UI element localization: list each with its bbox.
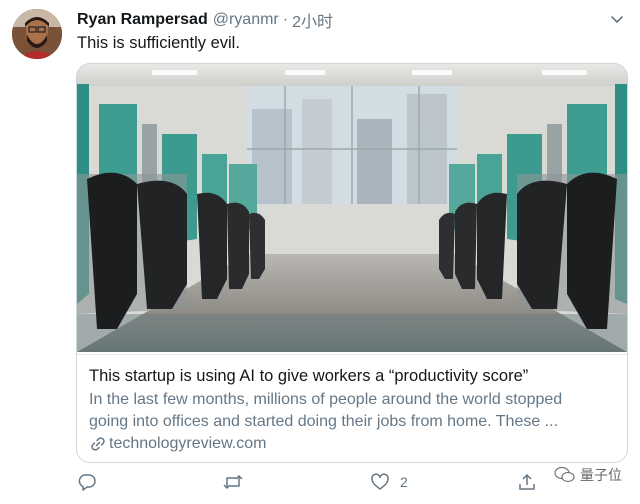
like-count: 2 — [400, 474, 408, 490]
share-icon — [519, 473, 535, 490]
card-title: This startup is using AI to give workers… — [89, 367, 529, 385]
card-domain-text: technologyreview.com — [109, 435, 267, 452]
tweet-header: Ryan Rampersad @ryanmr · 2小时 — [77, 8, 620, 32]
card-text: This startup is using AI to give workers… — [77, 354, 627, 452]
retweet-icon — [223, 474, 243, 490]
like-button[interactable]: 2 — [370, 472, 408, 492]
reply-button[interactable] — [77, 472, 97, 492]
wechat-icon — [554, 466, 575, 483]
chevron-down-icon[interactable] — [608, 10, 626, 28]
heart-icon — [371, 473, 389, 490]
author-avatar[interactable] — [12, 9, 62, 59]
card-description-line: going into offices and started doing the… — [89, 413, 559, 430]
card-image — [77, 64, 627, 352]
watermark-text: 量子位 — [580, 467, 622, 483]
card-domain: technologyreview.com — [89, 435, 266, 453]
share-button[interactable] — [517, 472, 537, 492]
card-description: In the last few months, millions of peop… — [89, 389, 619, 433]
tweet-actions: 2 — [77, 472, 547, 498]
retweet-button[interactable] — [222, 472, 244, 492]
tweet-text: This is sufficiently evil. — [77, 34, 240, 52]
link-icon — [91, 437, 105, 451]
tweet-timestamp[interactable]: 2小时 — [292, 8, 333, 32]
author-handle[interactable]: @ryanmr — [213, 11, 279, 29]
link-card[interactable]: This startup is using AI to give workers… — [76, 63, 628, 463]
watermark: 量子位 — [554, 465, 622, 485]
reply-icon — [78, 474, 96, 491]
card-description-line: In the last few months, millions of peop… — [89, 391, 563, 408]
author-name[interactable]: Ryan Rampersad — [77, 11, 208, 29]
separator-dot: · — [282, 11, 289, 28]
